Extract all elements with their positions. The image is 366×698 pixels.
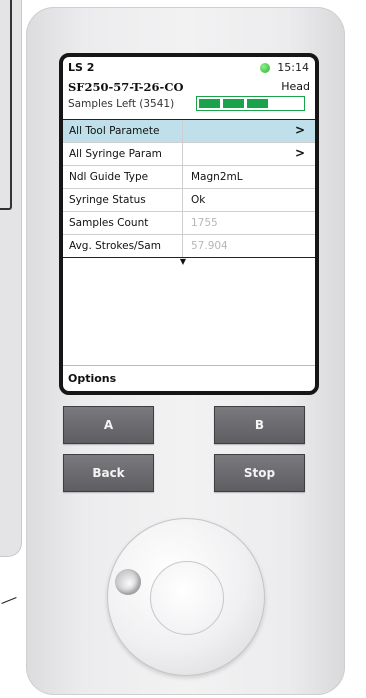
background-panel (0, 0, 22, 557)
screen-title: LS 2 (68, 61, 95, 74)
device-screen: LS 2 15:14 SF250-57-T-26-CO Head Samples… (59, 53, 319, 395)
jog-wheel-grip-icon (115, 569, 141, 595)
decorative-line (1, 597, 17, 604)
table-row-all-tool-parameters[interactable]: All Tool Paramete > (63, 120, 315, 143)
clock-time: 15:14 (277, 61, 309, 74)
sample-header: SF250-57-T-26-CO Head (68, 80, 310, 94)
table-row-syringe-status[interactable]: Syringe Status Ok (63, 189, 315, 212)
table-row-all-syringe-params[interactable]: All Syringe Param > (63, 143, 315, 166)
jog-wheel-center-button[interactable] (150, 561, 224, 635)
mode-label: Head (281, 80, 310, 93)
row-label: Ndl Guide Type (63, 166, 183, 188)
table-row-samples-count[interactable]: Samples Count 1755 (63, 212, 315, 235)
progress-segment (223, 99, 244, 108)
row-value: 1755 (191, 217, 218, 229)
options-softkey-label: Options (63, 365, 315, 391)
jog-wheel[interactable] (107, 518, 265, 676)
status-bar: LS 2 15:14 (63, 57, 315, 77)
row-label: Avg. Strokes/Sam (63, 235, 183, 257)
sample-id: SF250-57-T-26-CO (68, 80, 184, 94)
chevron-right-icon: > (294, 123, 305, 137)
status-dot-icon (260, 63, 270, 73)
scroll-down-icon[interactable]: ▼ (63, 257, 309, 266)
row-value: Magn2mL (191, 171, 243, 183)
row-value: Ok (191, 194, 206, 206)
row-label: Samples Count (63, 212, 183, 234)
b-button[interactable]: B (214, 406, 305, 444)
row-label: All Syringe Param (63, 143, 183, 165)
parameter-table: All Tool Paramete > All Syringe Param > … (63, 119, 315, 258)
row-label: Syringe Status (63, 189, 183, 211)
table-row-ndl-guide-type[interactable]: Ndl Guide Type Magn2mL (63, 166, 315, 189)
samples-progress-bar (196, 96, 305, 111)
a-button[interactable]: A (63, 406, 154, 444)
progress-segment (247, 99, 268, 108)
back-button[interactable]: Back (63, 454, 154, 492)
background-panel-inner-frame (0, 0, 12, 210)
row-label: All Tool Paramete (63, 120, 183, 142)
row-value: 57.904 (191, 240, 228, 252)
progress-segment (199, 99, 220, 108)
chevron-right-icon: > (294, 146, 305, 160)
samples-left-label: Samples Left (3541) (68, 98, 175, 110)
stop-button[interactable]: Stop (214, 454, 305, 492)
table-row-avg-strokes[interactable]: Avg. Strokes/Sam 57.904 (63, 235, 315, 257)
